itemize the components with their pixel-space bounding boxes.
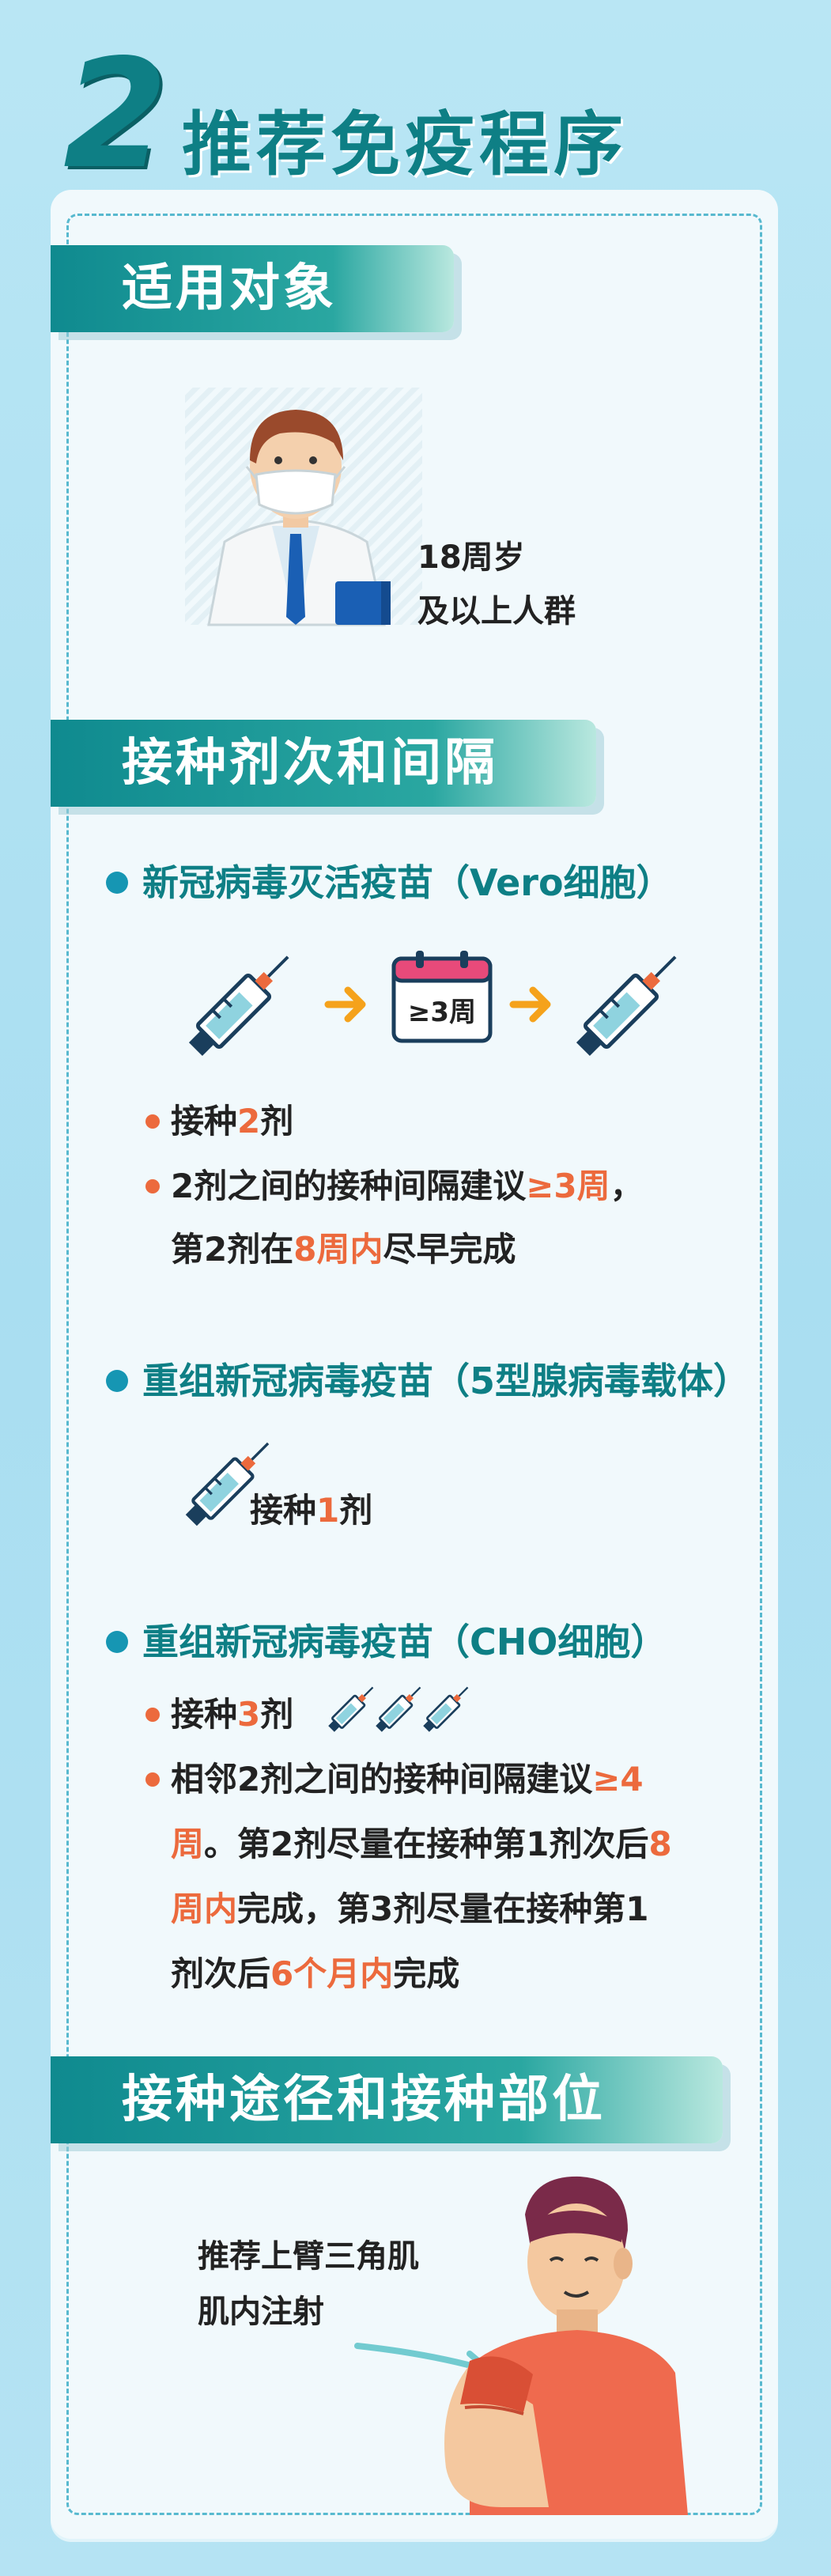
doctor-illustration: [185, 388, 422, 626]
bullet-dot: [145, 1772, 160, 1787]
cho-item-1: 接种3剂: [145, 1685, 293, 1745]
cho-item-2-line2: 周。第2剂尽量在接种第1剂次后8: [171, 1814, 672, 1874]
calendar-label: ≥3周: [407, 997, 477, 1028]
text: 相邻2剂之间的接种间隔建议: [171, 1760, 593, 1799]
highlight: 6个月内: [270, 1954, 394, 1993]
arrow-right-icon: [324, 986, 366, 1023]
text: 完成: [393, 1954, 460, 1993]
text: 剂: [260, 1102, 294, 1140]
adeno-title: 重组新冠病毒疫苗（5型腺病毒载体）: [142, 1360, 750, 1402]
adeno-item: 接种1剂: [250, 1481, 372, 1541]
page-title: 推荐免疫程序: [182, 104, 629, 185]
highlight: 1: [316, 1491, 340, 1530]
vero-item-2: 2剂之间的接种间隔建议≥3周，: [145, 1156, 644, 1216]
highlight: 8: [648, 1825, 672, 1863]
syringe-icon: [576, 955, 677, 1057]
page-header: 2 推荐免疫程序: [63, 40, 775, 190]
bullet-dot: [145, 1114, 160, 1129]
highlight: 3: [237, 1695, 261, 1734]
cho-item-2-line4: 剂次后6个月内完成: [171, 1944, 459, 2004]
bullet-dot: [106, 1630, 128, 1653]
banner-target: 适用对象: [51, 245, 454, 332]
section-number: 2: [63, 27, 168, 202]
highlight: 周内: [171, 1889, 238, 1928]
vero-heading: 新冠病毒灭活疫苗（Vero细胞）: [106, 854, 673, 906]
bullet-dot: [145, 1707, 160, 1722]
content-card: 适用对象 18周岁 及以上人群 接种剂次和间隔 新冠病毒灭活疫苗（Vero细胞）…: [51, 190, 778, 2539]
text: 剂: [260, 1695, 294, 1734]
highlight: 2: [237, 1102, 261, 1140]
text: 接种: [171, 1102, 238, 1140]
arrow-right-icon: [509, 986, 551, 1023]
bullet-dot: [106, 1369, 128, 1392]
bullet-dot: [106, 871, 128, 894]
three-syringes-icon: [328, 1686, 469, 1732]
target-age: 18周岁: [417, 539, 525, 576]
banner-doses: 接种剂次和间隔: [51, 720, 596, 807]
highlight: ≥3周: [526, 1167, 610, 1205]
route-line2: 肌内注射: [198, 2294, 324, 2330]
cho-item-2-line3: 周内完成，第3剂尽量在接种第1: [171, 1879, 648, 1939]
adeno-heading: 重组新冠病毒疫苗（5型腺病毒载体）: [106, 1352, 750, 1405]
text: ，: [610, 1167, 644, 1205]
banner-route: 接种途径和接种部位: [51, 2056, 723, 2143]
vero-title: 新冠病毒灭活疫苗（Vero细胞）: [142, 861, 673, 904]
text: 2剂之间的接种间隔建议: [171, 1167, 527, 1205]
highlight: ≥4: [592, 1760, 644, 1799]
cho-item-2: 相邻2剂之间的接种间隔建议≥4: [145, 1749, 644, 1810]
cho-heading: 重组新冠病毒疫苗（CHO细胞）: [106, 1613, 667, 1666]
text: 接种: [250, 1491, 317, 1530]
text: 接种: [171, 1695, 238, 1734]
vero-item-1: 接种2剂: [145, 1091, 293, 1152]
text: 第2剂在: [171, 1230, 294, 1269]
man-arm-illustration: [444, 2176, 688, 2515]
text: 尽早完成: [383, 1230, 516, 1269]
text: 。第2剂尽量在接种第1剂次后: [204, 1825, 649, 1863]
syringe-icon: [188, 955, 289, 1057]
text: 剂: [339, 1491, 373, 1530]
highlight: 周: [171, 1825, 205, 1863]
calendar-icon: ≥3周: [391, 949, 493, 1044]
bullet-dot: [145, 1178, 160, 1193]
text: 剂次后: [171, 1954, 271, 1993]
vero-item-2-line2: 第2剂在8周内尽早完成: [171, 1220, 516, 1280]
text: 完成，第3剂尽量在接种第1: [237, 1889, 649, 1928]
route-line1: 推荐上臂三角肌: [198, 2238, 419, 2275]
target-group: 及以上人群: [417, 593, 576, 630]
cho-title: 重组新冠病毒疫苗（CHO细胞）: [142, 1621, 667, 1663]
highlight: 8周内: [293, 1230, 383, 1269]
